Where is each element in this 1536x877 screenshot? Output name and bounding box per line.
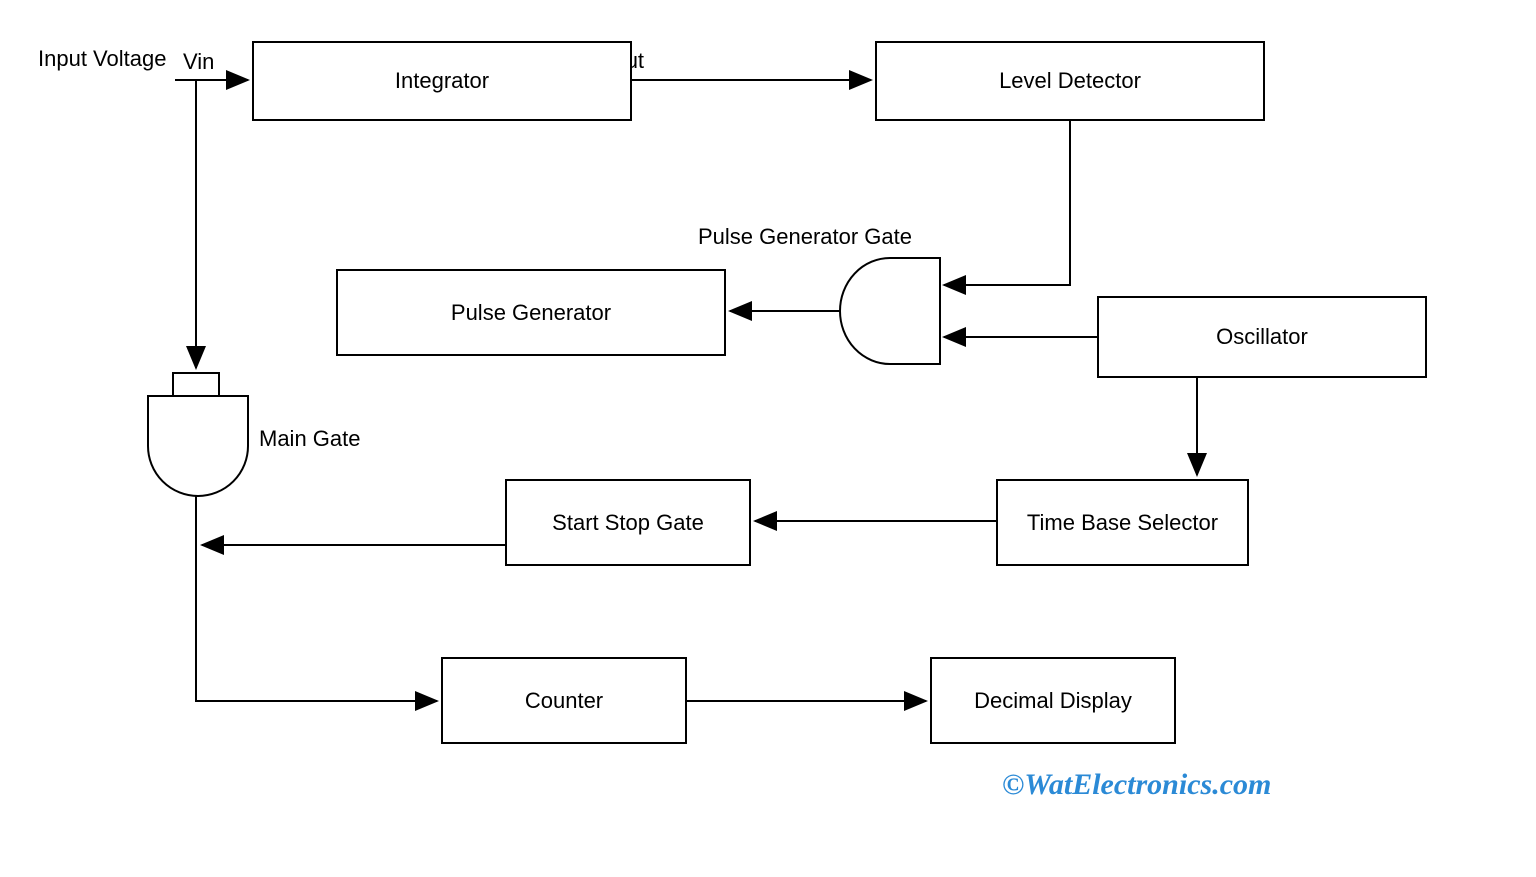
and-gate-main-icon bbox=[0, 0, 1536, 877]
main-gate-label: Main Gate bbox=[259, 426, 361, 452]
time-base-selector-block: Time Base Selector bbox=[996, 479, 1249, 566]
counter-block: Counter bbox=[441, 657, 687, 744]
vin-label: Vin bbox=[183, 49, 214, 75]
oscillator-block: Oscillator bbox=[1097, 296, 1427, 378]
connections-icon bbox=[0, 0, 1536, 877]
and-gate-pulse-icon bbox=[0, 0, 1536, 877]
pulse-generator-gate-label: Pulse Generator Gate bbox=[698, 224, 912, 250]
watermark: ©WatElectronics.com bbox=[1002, 768, 1271, 802]
pulse-generator-block: Pulse Generator bbox=[336, 269, 726, 356]
input-voltage-label: Input Voltage bbox=[38, 46, 166, 72]
start-stop-gate-block: Start Stop Gate bbox=[505, 479, 751, 566]
decimal-display-block: Decimal Display bbox=[930, 657, 1176, 744]
level-detector-block: Level Detector bbox=[875, 41, 1265, 121]
integrator-block: Integrator bbox=[252, 41, 632, 121]
